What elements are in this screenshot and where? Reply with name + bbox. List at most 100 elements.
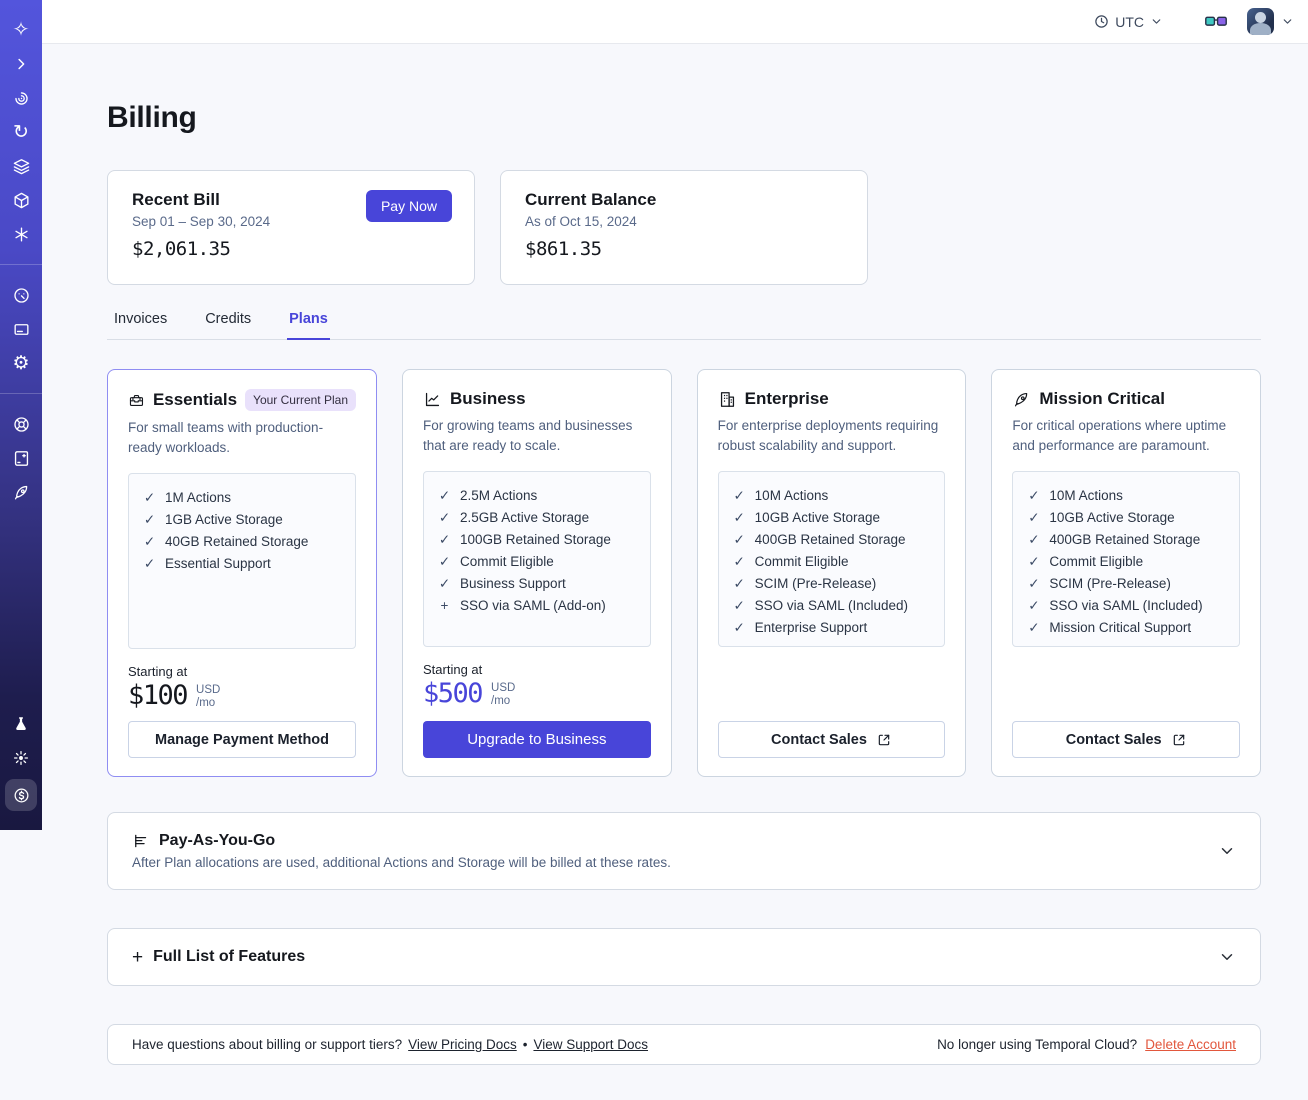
feature-item: + SSO via SAML (Add-on) <box>438 595 636 617</box>
plan-feature-box: ✓ 10M Actions ✓ 10GB Active Storage ✓ 400GB R… <box>717 471 946 648</box>
tab-credits[interactable]: Credits <box>203 311 253 339</box>
plans-grid: Essentials Your Current Plan For small t… <box>107 369 1262 777</box>
topbar: UTC <box>42 0 1308 44</box>
sidebar-divider <box>0 393 42 394</box>
feature-item: ✓ 40GB Retained Storage <box>143 531 341 553</box>
feature-item: ✓ Enterprise Support <box>733 617 931 639</box>
current-balance-title: Current Balance <box>525 190 657 209</box>
feature-item: ✓ Mission Critical Support <box>1027 617 1225 639</box>
feature-check-icon: ✓ <box>143 512 156 528</box>
feature-label: 40GB Retained Storage <box>165 534 309 550</box>
feature-item: ✓ 100GB Retained Storage <box>438 529 636 551</box>
feature-label: SSO via SAML (Included) <box>754 598 908 614</box>
pay-now-button[interactable]: Pay Now <box>365 190 452 222</box>
docs-book-icon[interactable] <box>0 441 42 475</box>
chart-line-icon <box>425 392 440 406</box>
feature-check-icon: ✓ <box>733 620 745 636</box>
currency-label: USD <box>196 684 221 697</box>
chevron-down-icon[interactable] <box>1218 842 1236 860</box>
feature-label: Commit Eligible <box>460 554 554 570</box>
feature-item: ✓ 400GB Retained Storage <box>733 529 931 551</box>
billing-page: Billing Recent Bill Sep 01 – Sep 30, 202… <box>42 44 1308 1100</box>
plan-card-enterprise: Enterprise For enterprise deployments re… <box>696 369 967 777</box>
upgrade-to-business-button[interactable]: Upgrade to Business <box>423 721 651 758</box>
feature-label: 1M Actions <box>165 490 232 506</box>
plan-card-essentials: Essentials Your Current Plan For small t… <box>107 369 377 777</box>
external-link-icon <box>1173 734 1184 745</box>
tab-invoices[interactable]: Invoices <box>112 311 169 339</box>
feature-label: 400GB Retained Storage <box>754 532 906 548</box>
chevron-down-icon[interactable] <box>1218 948 1236 966</box>
usage-meter-icon[interactable] <box>0 278 42 312</box>
plan-description: For critical operations where uptime and… <box>1012 418 1227 453</box>
feature-item: ✓ SSO via SAML (Included) <box>1027 595 1225 617</box>
clock-icon <box>1095 15 1108 28</box>
full-list-of-features-section[interactable]: + Full List of Features <box>107 928 1261 986</box>
feature-label: 2.5GB Active Storage <box>460 510 590 526</box>
price-row: $500 USD/mo <box>423 678 651 709</box>
plan-card-business: Business For growing teams and businesse… <box>402 369 672 777</box>
contact-sales-label: Contact Sales <box>1065 731 1162 748</box>
period-label: /mo <box>196 697 216 710</box>
feature-check-icon: ✓ <box>733 598 745 614</box>
billing-footer: Have questions about billing or support … <box>107 1024 1261 1065</box>
asterisk-icon[interactable] <box>0 217 42 251</box>
starting-at-label: Starting at <box>128 664 188 680</box>
feature-item: ✓ 1M Actions <box>143 487 341 509</box>
feature-check-icon: ✓ <box>733 488 745 504</box>
rocket-icon[interactable] <box>0 475 42 509</box>
feature-check-icon: ✓ <box>1028 576 1040 592</box>
feature-check-icon: ✓ <box>438 488 451 504</box>
payg-title: Pay-As-You-Go <box>159 832 276 849</box>
theme-sun-icon[interactable] <box>0 741 42 775</box>
feature-check-icon: ✓ <box>143 534 156 550</box>
expand-sidebar-icon[interactable] <box>0 47 42 81</box>
current-balance-asof: As of Oct 15, 2024 <box>525 214 637 229</box>
feature-label: 400GB Retained Storage <box>1049 532 1201 548</box>
pay-as-you-go-section[interactable]: Pay-As-You-Go After Plan allocations are… <box>107 812 1261 890</box>
namespaces-icon[interactable] <box>0 81 42 115</box>
summary-cards-row: Recent Bill Sep 01 – Sep 30, 2024 $2,061… <box>107 170 1261 285</box>
plan-name: Enterprise <box>744 389 829 408</box>
view-pricing-docs-link[interactable]: View Pricing Docs <box>408 1037 517 1052</box>
temporal-logo-icon[interactable]: ✧ <box>0 13 42 47</box>
account-menu-chevron-icon[interactable] <box>1281 15 1294 28</box>
contact-sales-button[interactable]: Contact Sales <box>1012 721 1241 758</box>
footer-question: Have questions about billing or support … <box>132 1037 403 1052</box>
labs-flask-icon[interactable] <box>0 707 42 741</box>
sidebar: ✧ ↻ ⚙ <box>0 0 42 830</box>
settings-gear-icon[interactable]: ⚙ <box>0 346 42 380</box>
feature-check-icon: ✓ <box>733 510 745 526</box>
current-plan-badge: Your Current Plan <box>245 389 356 411</box>
feature-item: ✓ 10GB Active Storage <box>1027 507 1225 529</box>
tab-plans[interactable]: Plans <box>287 311 330 340</box>
feature-label: SCIM (Pre-Release) <box>1049 576 1171 592</box>
cube-icon[interactable] <box>0 183 42 217</box>
billing-nav-item[interactable] <box>0 775 42 815</box>
manage-payment-method-button[interactable]: Manage Payment Method <box>128 721 356 758</box>
deployments-layers-icon[interactable] <box>0 149 42 183</box>
footer-delete-question: No longer using Temporal Cloud? <box>937 1037 1138 1052</box>
view-support-docs-link[interactable]: View Support Docs <box>533 1037 648 1052</box>
feature-item: ✓ 1GB Active Storage <box>143 509 341 531</box>
plan-name: Essentials <box>152 390 238 409</box>
feature-item: ✓ Commit Eligible <box>733 551 931 573</box>
recent-bill-amount: $2,061.35 <box>132 238 231 260</box>
dev-glasses-icon[interactable] <box>1205 14 1227 30</box>
feature-check-icon: ✓ <box>1028 532 1040 548</box>
currency-label: USD <box>491 682 516 695</box>
feature-item: ✓ 2.5M Actions <box>438 485 636 507</box>
logo-glyph: ✧ <box>12 19 30 41</box>
feature-label: Mission Critical Support <box>1049 620 1192 636</box>
schedules-icon[interactable]: ↻ <box>0 115 42 149</box>
billing-panel-icon[interactable] <box>0 312 42 346</box>
contact-sales-button[interactable]: Contact Sales <box>717 721 946 758</box>
user-avatar[interactable] <box>1247 8 1274 35</box>
timezone-selector[interactable]: UTC <box>1094 14 1163 30</box>
feature-label: Commit Eligible <box>1049 554 1144 570</box>
support-lifebuoy-icon[interactable] <box>0 407 42 441</box>
feature-check-icon: ✓ <box>143 556 156 572</box>
delete-account-link[interactable]: Delete Account <box>1145 1037 1236 1052</box>
full-list-title: Full List of Features <box>153 948 306 965</box>
sidebar-divider <box>0 264 42 265</box>
